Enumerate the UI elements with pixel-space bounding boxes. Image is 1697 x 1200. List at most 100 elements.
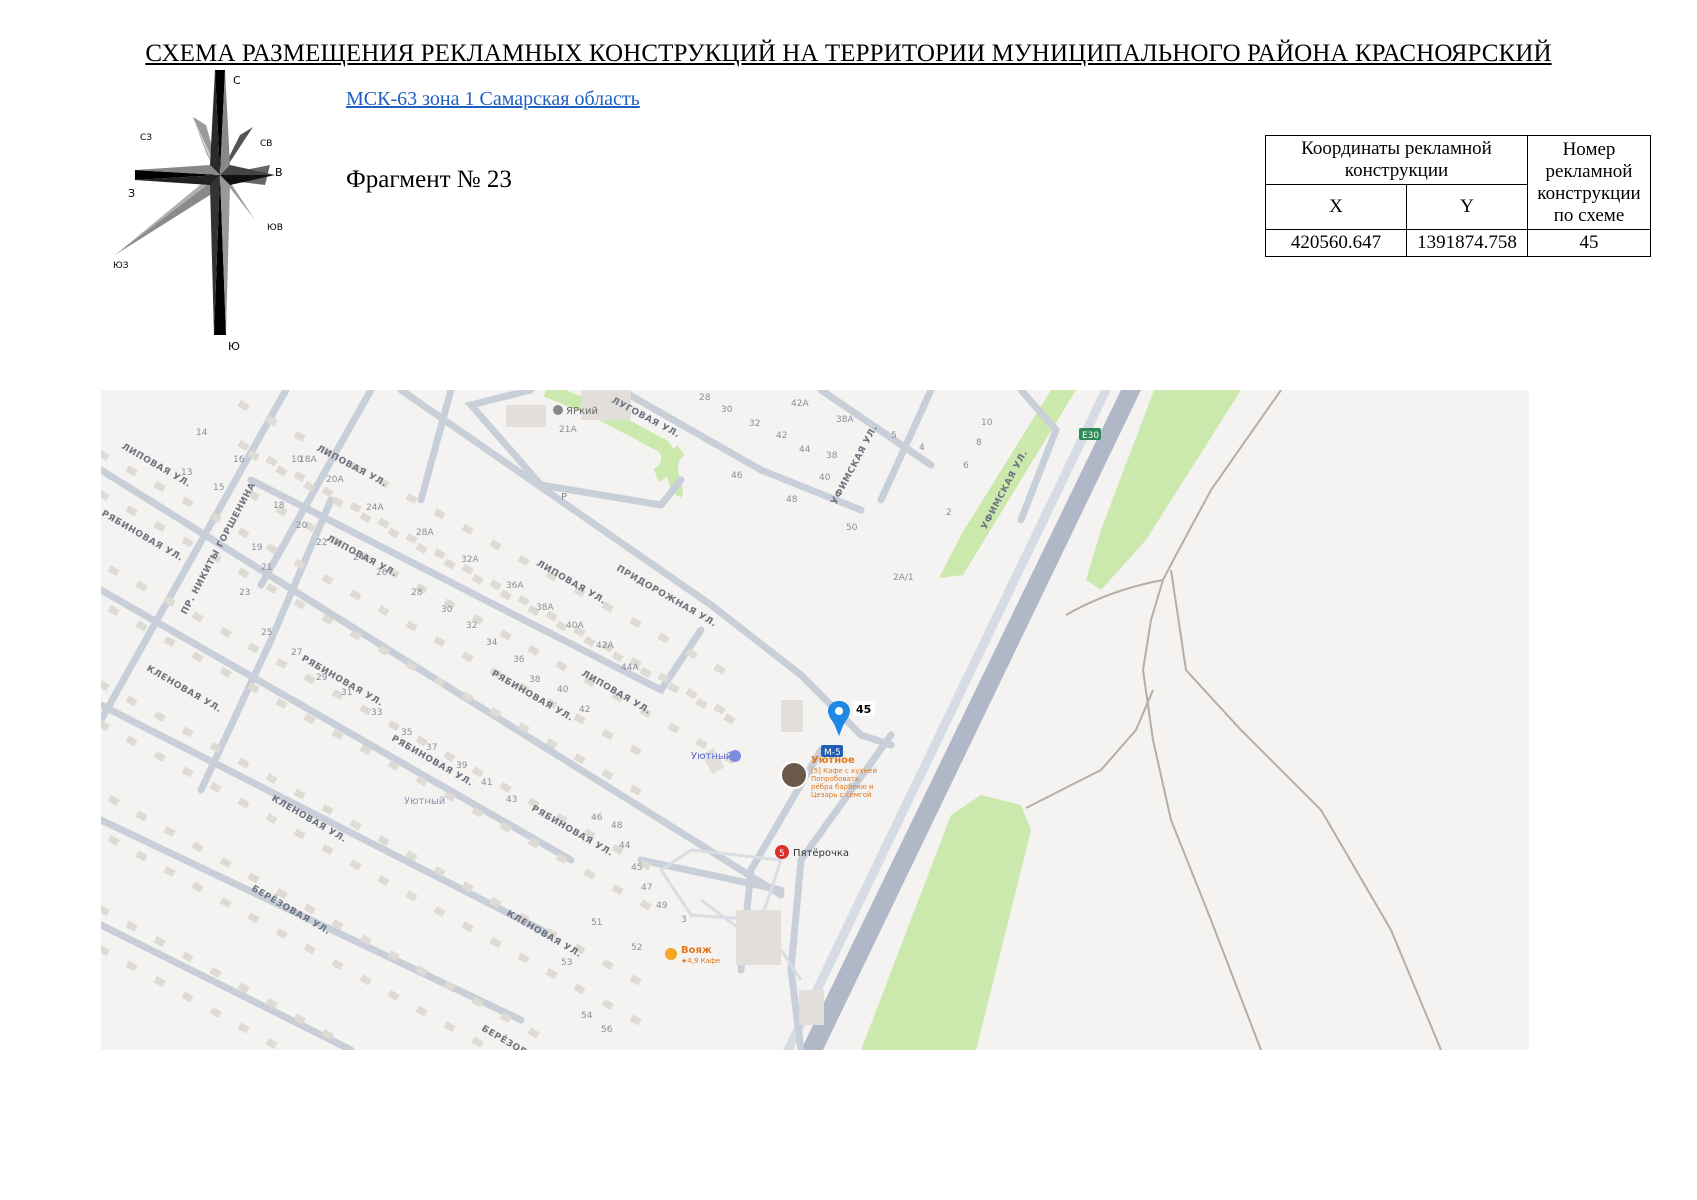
svg-text:40: 40	[819, 473, 831, 483]
header-coordinates: Координаты рекламной конструкции	[1265, 135, 1528, 185]
svg-text:5: 5	[891, 431, 897, 441]
svg-text:26: 26	[376, 568, 388, 578]
svg-text:21А: 21А	[559, 425, 577, 435]
svg-text:43: 43	[506, 795, 517, 805]
svg-text:52: 52	[631, 943, 642, 953]
svg-text:32А: 32А	[461, 555, 479, 565]
svg-text:48: 48	[786, 495, 798, 505]
svg-text:14: 14	[196, 428, 208, 438]
parking-label: P	[561, 492, 567, 503]
svg-text:42А: 42А	[791, 399, 809, 409]
svg-text:5: 5	[779, 849, 785, 859]
compass-sw: ЮЗ	[113, 261, 129, 271]
svg-text:E30: E30	[1082, 431, 1099, 441]
svg-text:Пятёрочка: Пятёрочка	[793, 848, 849, 859]
svg-text:20А: 20А	[326, 475, 344, 485]
svg-text:34: 34	[486, 638, 498, 648]
svg-text:37: 37	[426, 743, 437, 753]
svg-text:8: 8	[976, 438, 982, 448]
svg-text:19: 19	[251, 543, 263, 553]
cell-y: 1391874.758	[1406, 229, 1528, 257]
svg-text:10: 10	[981, 418, 993, 428]
svg-text:Попробовать: Попробовать	[811, 775, 859, 783]
svg-text:38: 38	[529, 675, 541, 685]
compass-w: З	[128, 187, 135, 200]
svg-text:31: 31	[341, 688, 352, 698]
svg-text:39: 39	[456, 761, 468, 771]
road-badge-e30: E30	[1079, 428, 1101, 441]
svg-text:23: 23	[239, 588, 250, 598]
svg-text:2А/1: 2А/1	[893, 573, 914, 583]
svg-text:★4,9 Кафе: ★4,9 Кафе	[681, 957, 720, 965]
svg-text:54: 54	[581, 1011, 593, 1021]
header-number: Номер рекламной конструкции по схеме	[1527, 135, 1651, 230]
svg-text:36А: 36А	[506, 581, 524, 591]
svg-text:30: 30	[441, 605, 453, 615]
header-y: Y	[1406, 184, 1528, 230]
svg-text:38А: 38А	[536, 603, 554, 613]
svg-text:18: 18	[273, 501, 285, 511]
compass-rose-icon: С СВ В ЮВ Ю ЮЗ З СЗ	[113, 70, 283, 353]
compass-ne: СВ	[260, 139, 272, 149]
map-fragment[interactable]: ЛИПОВАЯ УЛ. ЛУГОВАЯ УЛ. УФИМСКАЯ УЛ. УФИ…	[101, 390, 1529, 1050]
svg-text:13: 13	[181, 468, 192, 478]
svg-text:35: 35	[401, 728, 412, 738]
cell-x: 420560.647	[1265, 229, 1407, 257]
svg-text:48: 48	[611, 821, 623, 831]
compass-n: С	[233, 74, 241, 87]
svg-text:44А: 44А	[621, 663, 639, 673]
svg-text:38А: 38А	[836, 415, 854, 425]
svg-text:36: 36	[513, 655, 525, 665]
svg-text:24: 24	[353, 553, 365, 563]
svg-text:44: 44	[799, 445, 811, 455]
svg-text:46: 46	[591, 813, 603, 823]
svg-text:40А: 40А	[566, 621, 584, 631]
compass-nw: СЗ	[140, 133, 152, 143]
svg-text:16: 16	[233, 455, 245, 465]
svg-text:18А: 18А	[299, 455, 317, 465]
fragment-title: Фрагмент № 23	[346, 166, 512, 193]
compass-e: В	[275, 166, 283, 179]
svg-text:42: 42	[776, 431, 787, 441]
poi-pyaterochka[interactable]: 5 Пятёрочка	[775, 845, 849, 859]
crs-link[interactable]: МСК-63 зона 1 Самарская область	[346, 88, 640, 111]
svg-text:50: 50	[846, 523, 858, 533]
svg-text:22: 22	[316, 538, 327, 548]
svg-text:[5] Кафе с кухней: [5] Кафе с кухней	[811, 767, 877, 775]
svg-text:30: 30	[721, 405, 733, 415]
svg-text:24А: 24А	[366, 503, 384, 513]
poi-uyutny-hotel[interactable]: Уютный	[691, 750, 741, 762]
svg-text:Цезарь с сёмгой: Цезарь с сёмгой	[811, 791, 872, 799]
svg-text:38: 38	[826, 451, 838, 461]
compass-se: ЮВ	[267, 223, 283, 233]
svg-text:49: 49	[656, 901, 668, 911]
svg-text:40: 40	[557, 685, 569, 695]
svg-text:4: 4	[919, 443, 925, 453]
district-label: Уютный	[404, 796, 445, 807]
svg-text:20: 20	[296, 521, 308, 531]
svg-text:29: 29	[316, 673, 328, 683]
svg-text:42А: 42А	[596, 641, 614, 651]
svg-text:3: 3	[681, 915, 687, 925]
svg-text:44: 44	[619, 841, 631, 851]
svg-text:42: 42	[579, 705, 590, 715]
svg-text:51: 51	[591, 918, 602, 928]
svg-text:2: 2	[946, 508, 952, 518]
header-x: X	[1265, 184, 1407, 230]
svg-text:25: 25	[261, 628, 272, 638]
svg-text:21: 21	[261, 563, 272, 573]
svg-text:6: 6	[963, 461, 969, 471]
svg-text:32: 32	[749, 419, 760, 429]
cell-number: 45	[1527, 229, 1651, 257]
svg-text:47: 47	[641, 883, 652, 893]
svg-text:45: 45	[856, 703, 871, 716]
svg-text:56: 56	[601, 1025, 613, 1035]
svg-text:Уютный: Уютный	[691, 751, 732, 762]
svg-text:41: 41	[481, 778, 492, 788]
svg-text:32: 32	[466, 621, 477, 631]
svg-text:Уютное: Уютное	[811, 755, 855, 766]
svg-text:15: 15	[213, 483, 224, 493]
svg-text:28А: 28А	[416, 528, 434, 538]
svg-text:53: 53	[561, 958, 572, 968]
svg-text:ЯРкий: ЯРкий	[566, 406, 598, 417]
